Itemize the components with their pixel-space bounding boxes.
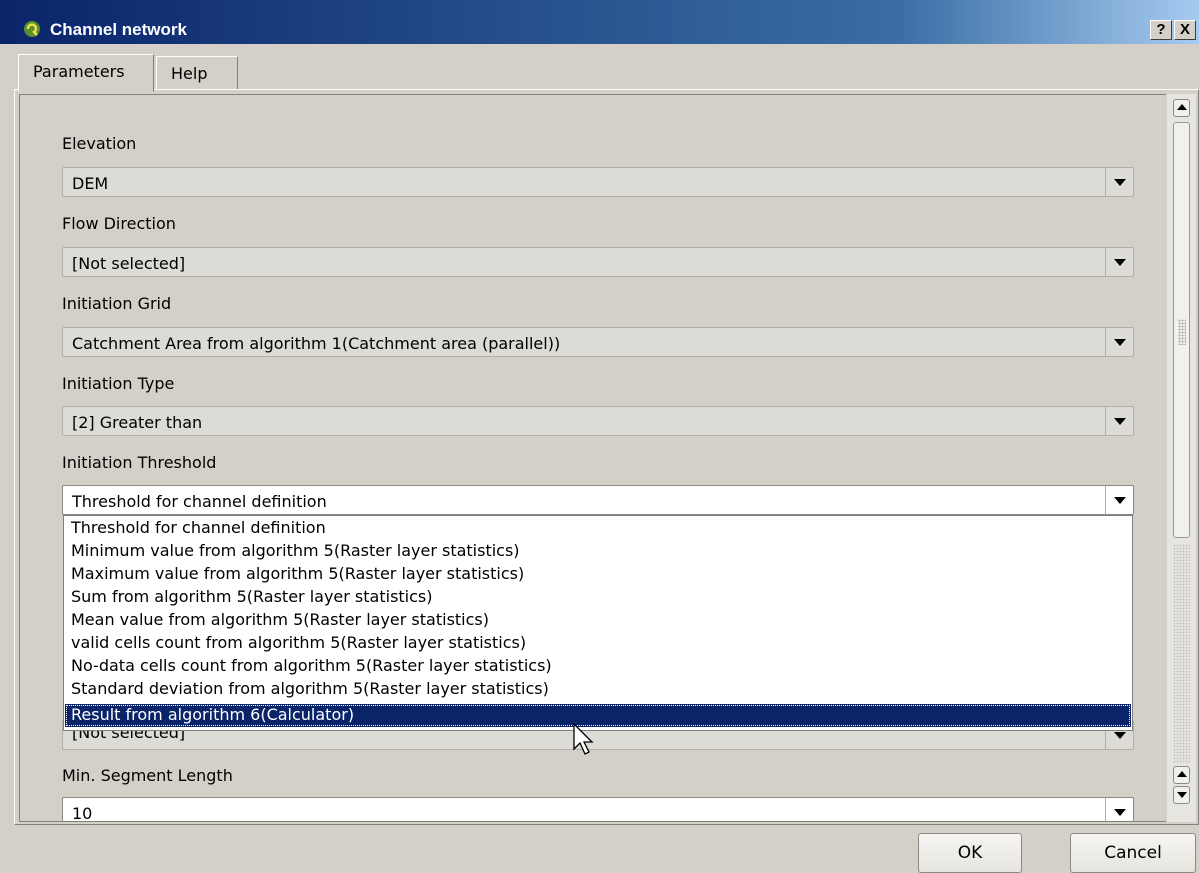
dropdown-item[interactable]: Standard deviation from algorithm 5(Rast… <box>65 678 1131 701</box>
chevron-down-icon[interactable] <box>1105 328 1133 356</box>
initiation-type-label: Initiation Type <box>62 374 175 393</box>
chevron-down-icon[interactable] <box>1105 168 1133 196</box>
flow-direction-value: [Not selected] <box>72 254 186 273</box>
dropdown-item[interactable]: Maximum value from algorithm 5(Raster la… <box>65 563 1131 586</box>
arrow-down-icon[interactable] <box>1173 786 1190 804</box>
title-bar: Channel network ? X <box>0 0 1199 44</box>
qgis-logo-icon <box>22 19 42 39</box>
initiation-threshold-select[interactable]: Threshold for channel definition <box>62 485 1134 515</box>
chevron-down-icon[interactable] <box>1105 486 1133 514</box>
dropdown-item[interactable]: valid cells count from algorithm 5(Raste… <box>65 632 1131 655</box>
cancel-button[interactable]: Cancel <box>1070 833 1196 873</box>
parameters-panel: Elevation DEM Flow Direction [Not select… <box>14 89 1199 825</box>
dropdown-item[interactable]: Sum from algorithm 5(Raster layer statis… <box>65 586 1131 609</box>
chevron-down-icon[interactable] <box>1105 798 1133 821</box>
elevation-value: DEM <box>72 174 109 193</box>
scrollbar-thumb[interactable] <box>1173 122 1190 538</box>
flow-direction-select[interactable]: [Not selected] <box>62 247 1134 277</box>
min-segment-select[interactable]: 10 <box>62 797 1134 822</box>
initiation-type-value: [2] Greater than <box>72 413 203 432</box>
min-segment-value: 10 <box>72 804 93 822</box>
arrow-up-icon[interactable] <box>1173 99 1190 117</box>
dropdown-item-selected[interactable]: Result from algorithm 6(Calculator) <box>65 704 1131 727</box>
threshold-dropdown-list: Threshold for channel definition Minimum… <box>63 515 1133 731</box>
close-button[interactable]: X <box>1174 20 1196 40</box>
mouse-pointer-icon <box>573 722 597 767</box>
initiation-threshold-label: Initiation Threshold <box>62 453 217 472</box>
tab-help[interactable]: Help <box>156 56 238 90</box>
scrollbar-track[interactable] <box>1173 544 1190 764</box>
chevron-down-icon[interactable] <box>1105 407 1133 435</box>
help-button[interactable]: ? <box>1150 20 1172 40</box>
ok-button[interactable]: OK <box>918 833 1022 873</box>
arrow-up-icon[interactable] <box>1173 766 1190 784</box>
initiation-grid-select[interactable]: Catchment Area from algorithm 1(Catchmen… <box>62 327 1134 357</box>
vertical-scrollbar[interactable] <box>1167 94 1196 822</box>
initiation-threshold-value: Threshold for channel definition <box>72 492 327 511</box>
dropdown-item[interactable]: Minimum value from algorithm 5(Raster la… <box>65 540 1131 563</box>
dropdown-item[interactable]: Mean value from algorithm 5(Raster layer… <box>65 609 1131 632</box>
window-title: Channel network <box>50 20 187 39</box>
elevation-label: Elevation <box>62 134 137 153</box>
parameters-scroll-area: Elevation DEM Flow Direction [Not select… <box>19 94 1166 822</box>
dropdown-item[interactable]: Threshold for channel definition <box>65 517 1131 540</box>
grip-icon <box>1178 319 1186 345</box>
elevation-select[interactable]: DEM <box>62 167 1134 197</box>
initiation-grid-label: Initiation Grid <box>62 294 172 313</box>
initiation-grid-value: Catchment Area from algorithm 1(Catchmen… <box>72 334 561 353</box>
chevron-down-icon[interactable] <box>1105 248 1133 276</box>
flow-direction-label: Flow Direction <box>62 214 176 233</box>
initiation-type-select[interactable]: [2] Greater than <box>62 406 1134 436</box>
tab-parameters[interactable]: Parameters <box>18 54 154 92</box>
dropdown-item[interactable]: No-data cells count from algorithm 5(Ras… <box>65 655 1131 678</box>
min-segment-label: Min. Segment Length <box>62 766 233 785</box>
